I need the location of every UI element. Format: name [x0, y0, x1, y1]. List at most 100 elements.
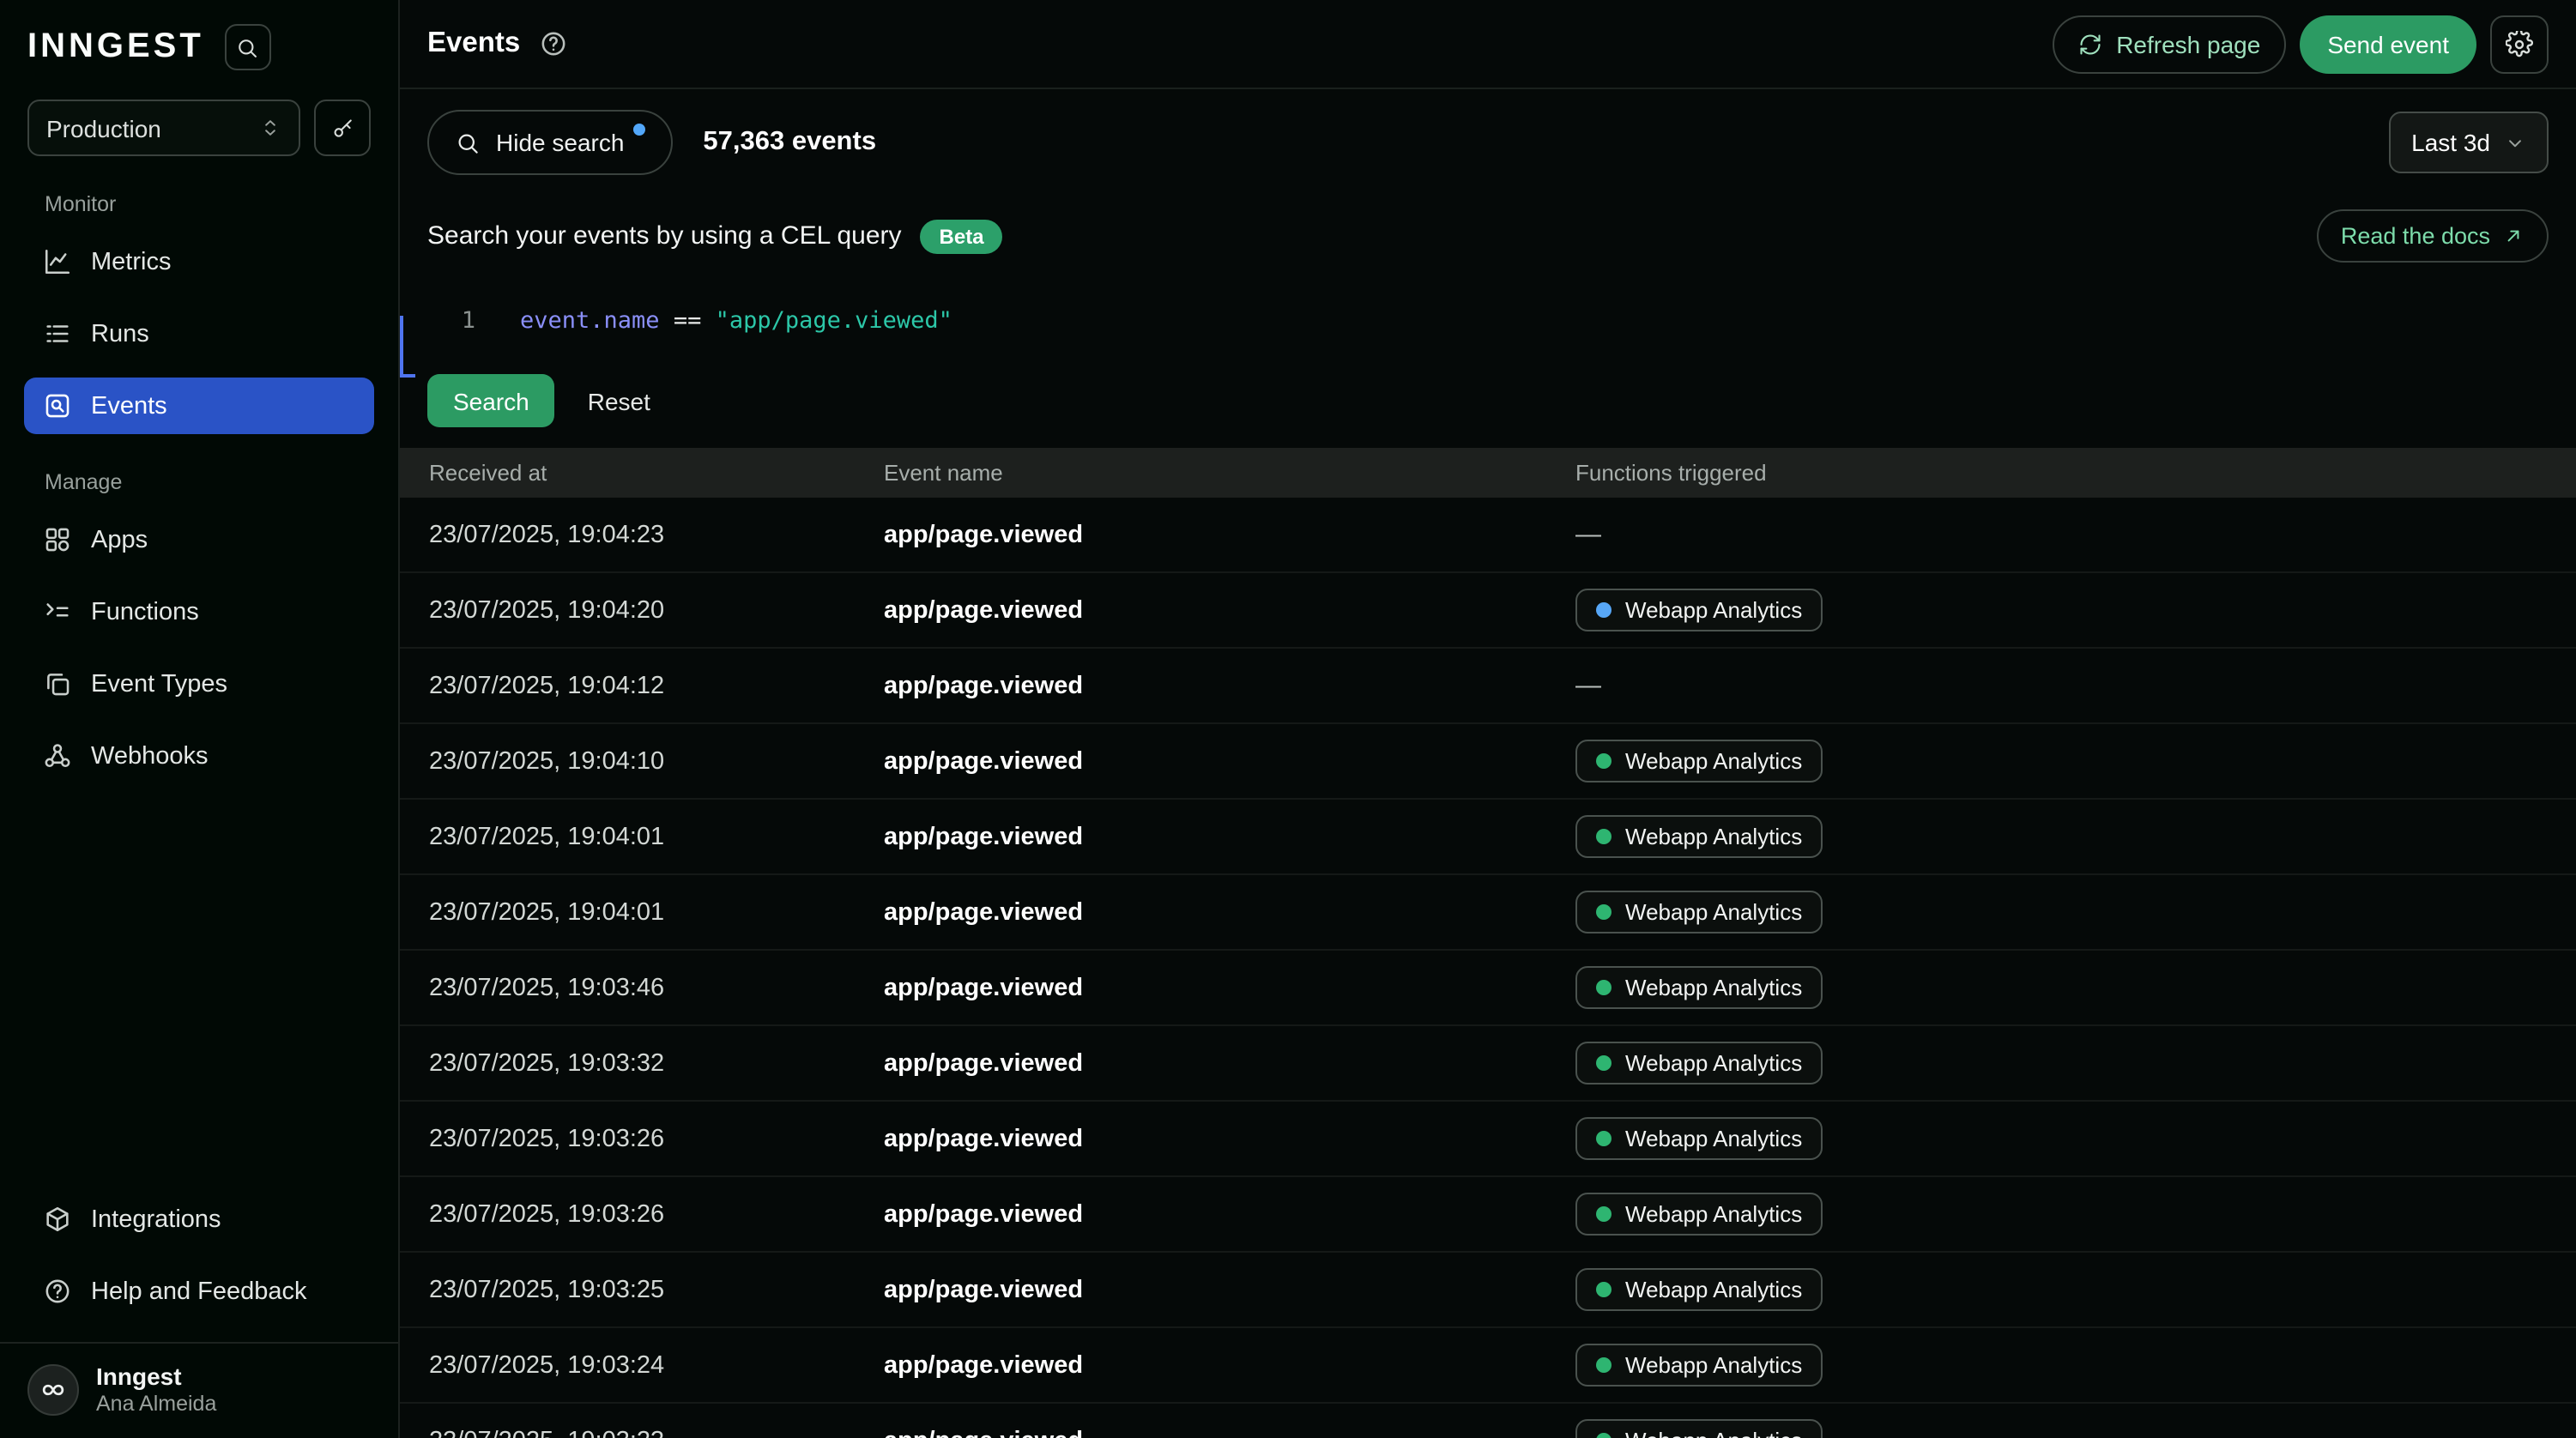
sidebar-item[interactable]: Runs	[24, 305, 374, 362]
table-row[interactable]: 23/07/2025, 19:04:12 app/page.viewed —	[400, 649, 2576, 724]
event-name-cell: app/page.viewed	[884, 596, 1575, 624]
function-status-dot	[1596, 980, 1612, 995]
gear-icon	[2506, 30, 2533, 57]
table-row[interactable]: 23/07/2025, 19:03:25 app/page.viewed Web…	[400, 1253, 2576, 1328]
sidebar-item[interactable]: Event Types	[24, 656, 374, 712]
event-name-cell: app/page.viewed	[884, 1200, 1575, 1228]
sidebar-item[interactable]: Apps	[24, 511, 374, 568]
function-pill[interactable]: Webapp Analytics	[1575, 589, 1823, 631]
table-row[interactable]: 23/07/2025, 19:04:01 app/page.viewed Web…	[400, 800, 2576, 875]
chevron-down-icon	[2504, 131, 2526, 154]
sidebar-section-items: Apps Functions Event Types Webhooks	[24, 511, 374, 784]
infinity-logo-icon	[38, 1374, 69, 1405]
events-icon	[43, 391, 72, 420]
search-button[interactable]: Search	[427, 374, 555, 427]
sidebar-item[interactable]: Events	[24, 378, 374, 434]
sidebar-item[interactable]: Metrics	[24, 233, 374, 290]
sidebar-item-label: Webhooks	[91, 742, 209, 770]
search-icon	[236, 35, 260, 59]
settings-button[interactable]	[2490, 15, 2549, 73]
search-icon	[455, 130, 481, 155]
received-at-cell: 23/07/2025, 19:03:26	[429, 1200, 884, 1228]
sidebar-section: Manage Apps Functions Event Types	[24, 470, 374, 784]
function-pill[interactable]: Webapp Analytics	[1575, 891, 1823, 933]
event-name-cell: app/page.viewed	[884, 672, 1575, 699]
sidebar-bottom-nav: Integrations Help and Feedback	[0, 1191, 398, 1342]
line-number: 1	[427, 307, 475, 335]
hide-search-button[interactable]: Hide search	[427, 110, 672, 175]
functions-cell: Webapp Analytics	[1575, 589, 2576, 631]
function-status-dot	[1596, 904, 1612, 920]
metrics-icon	[43, 247, 72, 276]
received-at-cell: 23/07/2025, 19:03:26	[429, 1125, 884, 1152]
function-pill[interactable]: Webapp Analytics	[1575, 1344, 1823, 1387]
environment-selector[interactable]: Production	[27, 100, 300, 156]
sidebar-item-label: Runs	[91, 320, 149, 347]
table-row[interactable]: 23/07/2025, 19:03:26 app/page.viewed Web…	[400, 1177, 2576, 1253]
reset-button[interactable]: Reset	[588, 387, 650, 414]
function-pill[interactable]: Webapp Analytics	[1575, 740, 1823, 782]
sidebar-item[interactable]: Webhooks	[24, 728, 374, 784]
table-row[interactable]: 23/07/2025, 19:04:23 app/page.viewed —	[400, 498, 2576, 573]
cel-search-panel: Search your events by using a CEL query …	[400, 196, 2576, 448]
function-pill[interactable]: Webapp Analytics	[1575, 815, 1823, 858]
table-row[interactable]: 23/07/2025, 19:03:32 app/page.viewed Web…	[400, 1026, 2576, 1102]
event-types-icon	[43, 669, 72, 698]
sidebar-search-button[interactable]	[225, 24, 271, 70]
event-name-cell: app/page.viewed	[884, 823, 1575, 850]
refresh-page-button[interactable]: Refresh page	[2053, 15, 2286, 73]
table-row[interactable]: 23/07/2025, 19:03:23 app/page.viewed Web…	[400, 1404, 2576, 1438]
help-icon	[43, 1277, 72, 1306]
function-pill[interactable]: Webapp Analytics	[1575, 1268, 1823, 1311]
function-pill[interactable]: Webapp Analytics	[1575, 966, 1823, 1009]
table-row[interactable]: 23/07/2025, 19:03:24 app/page.viewed Web…	[400, 1328, 2576, 1404]
function-pill[interactable]: Webapp Analytics	[1575, 1193, 1823, 1236]
sidebar-item[interactable]: Functions	[24, 583, 374, 640]
code-token: "app/page.viewed"	[716, 307, 952, 335]
received-at-cell: 23/07/2025, 19:04:01	[429, 898, 884, 926]
cel-query-code: event.name == "app/page.viewed"	[520, 307, 952, 335]
help-icon[interactable]	[539, 29, 568, 58]
function-pill-label: Webapp Analytics	[1625, 597, 1802, 623]
table-row[interactable]: 23/07/2025, 19:04:20 app/page.viewed Web…	[400, 573, 2576, 649]
functions-cell: Webapp Analytics	[1575, 1268, 2576, 1311]
time-range-select[interactable]: Last 3d	[2389, 112, 2549, 173]
user-name: Ana Almeida	[96, 1392, 216, 1416]
page-header: Events Refresh page Send event	[400, 0, 2576, 89]
beta-badge: Beta	[921, 219, 1003, 253]
function-status-dot	[1596, 1206, 1612, 1222]
function-status-dot	[1596, 829, 1612, 844]
event-name-cell: app/page.viewed	[884, 1351, 1575, 1379]
cel-query-editor[interactable]: 1 event.name == "app/page.viewed"	[427, 283, 2549, 359]
functions-cell: Webapp Analytics	[1575, 815, 2576, 858]
function-pill[interactable]: Webapp Analytics	[1575, 1042, 1823, 1085]
signing-key-button[interactable]	[314, 100, 371, 156]
function-pill-label: Webapp Analytics	[1625, 1352, 1802, 1378]
chevron-up-down-icon	[259, 117, 281, 139]
main-content: Events Refresh page Send event Hide sear…	[400, 0, 2576, 1438]
sidebar-section-items: Metrics Runs Events	[24, 233, 374, 434]
send-event-button[interactable]: Send event	[2300, 15, 2476, 73]
functions-cell: Webapp Analytics	[1575, 966, 2576, 1009]
refresh-icon	[2078, 32, 2102, 56]
sidebar-item[interactable]: Help and Feedback	[24, 1263, 374, 1320]
sidebar-top: INNGEST Production	[0, 0, 398, 156]
function-status-dot	[1596, 1433, 1612, 1438]
function-status-dot	[1596, 1055, 1612, 1071]
function-pill[interactable]: Webapp Analytics	[1575, 1419, 1823, 1438]
functions-cell: Webapp Analytics	[1575, 1419, 2576, 1438]
received-at-cell: 23/07/2025, 19:03:24	[429, 1351, 884, 1379]
sidebar-item[interactable]: Integrations	[24, 1191, 374, 1248]
functions-cell: Webapp Analytics	[1575, 740, 2576, 782]
sidebar-item-label: Apps	[91, 526, 148, 553]
read-docs-button[interactable]: Read the docs	[2317, 209, 2549, 263]
table-row[interactable]: 23/07/2025, 19:03:26 app/page.viewed Web…	[400, 1102, 2576, 1177]
table-row[interactable]: 23/07/2025, 19:04:10 app/page.viewed Web…	[400, 724, 2576, 800]
received-at-cell: 23/07/2025, 19:04:23	[429, 521, 884, 548]
events-count: 57,363 events	[703, 127, 876, 158]
table-row[interactable]: 23/07/2025, 19:03:46 app/page.viewed Web…	[400, 951, 2576, 1026]
function-pill[interactable]: Webapp Analytics	[1575, 1117, 1823, 1160]
profile-menu[interactable]: Inngest Ana Almeida	[0, 1342, 398, 1438]
function-status-dot	[1596, 1282, 1612, 1297]
table-row[interactable]: 23/07/2025, 19:04:01 app/page.viewed Web…	[400, 875, 2576, 951]
